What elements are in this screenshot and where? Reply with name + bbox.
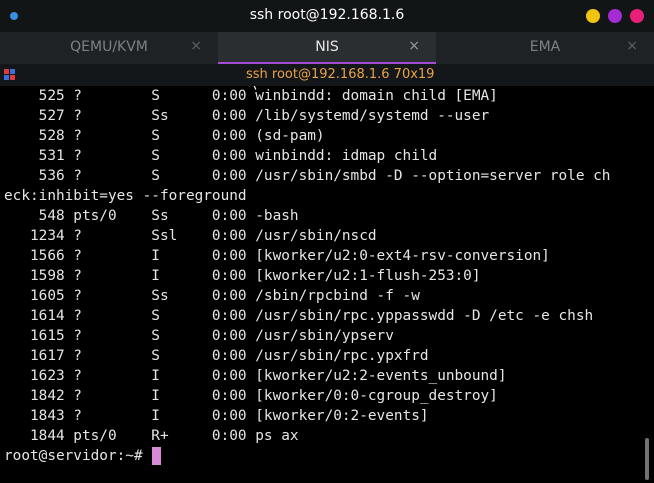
terminal-line: 528 ? S 0:00 (sd-pam) [4, 128, 325, 144]
text-cursor [152, 447, 162, 465]
tab-label: NIS [315, 39, 339, 55]
tab-label: EMA [529, 39, 561, 55]
session-header: ssh root@192.168.1.6 70x19 [0, 64, 654, 86]
window-title: ssh root@192.168.1.6 [249, 7, 405, 23]
tab-ema[interactable]: EMA × [436, 32, 654, 64]
terminal-output[interactable]: 525 ? S 0:00 winbindd: domain child [EMA… [4, 86, 640, 478]
tab-close-icon[interactable]: × [190, 38, 202, 54]
session-title: ssh root@192.168.1.6 70x19 [246, 67, 435, 82]
terminal-line: 1617 ? S 0:00 /usr/sbin/rpc.ypxfrd [4, 348, 429, 364]
scrollbar-thumb[interactable] [645, 438, 649, 480]
terminal-line: 1615 ? S 0:00 /usr/sbin/ypserv [4, 328, 394, 344]
terminal-line: 1614 ? S 0:00 /usr/sbin/rpc.yppasswdd -D… [4, 308, 594, 324]
title-bar: ssh root@192.168.1.6 [0, 0, 654, 32]
terminal-line: 525 ? S 0:00 winbindd: domain child [EMA… [4, 88, 498, 104]
tab-qemu-kvm[interactable]: QEMU/KVM × [0, 32, 218, 64]
prompt-line[interactable]: root@servidor:~# [4, 446, 640, 466]
maximize-button[interactable] [608, 9, 622, 23]
terminal-line: 531 ? S 0:00 winbindd: idmap child [4, 148, 438, 164]
terminal-line: 1842 ? I 0:00 [kworker/0:0-cgroup_destro… [4, 388, 498, 404]
split-view-icon[interactable] [4, 69, 16, 81]
shell-prompt: root@servidor:~# [4, 448, 152, 464]
tab-label: QEMU/KVM [70, 39, 148, 55]
close-window-button[interactable] [630, 9, 644, 23]
terminal-line: 1843 ? I 0:00 [kworker/0:2-events] [4, 408, 429, 424]
tab-bar: QEMU/KVM × NIS × EMA × [0, 32, 654, 92]
terminal-line: 536 ? S 0:00 /usr/sbin/smbd -D --option=… [4, 168, 611, 184]
terminal-line: 1623 ? I 0:00 [kworker/u2:2-events_unbou… [4, 368, 507, 384]
terminal-line: 548 pts/0 Ss 0:00 -bash [4, 208, 299, 224]
tab-nis[interactable]: NIS × [218, 32, 436, 64]
tab-close-icon[interactable]: × [408, 38, 420, 54]
terminal-line: 1605 ? Ss 0:00 /sbin/rpcbind -f -w [4, 288, 420, 304]
terminal-line: eck:inhibit=yes --foreground [4, 188, 247, 204]
terminal-line: 527 ? Ss 0:00 /lib/systemd/systemd --use… [4, 108, 490, 124]
tab-close-icon[interactable]: × [626, 38, 638, 54]
terminal-line: 1566 ? I 0:00 [kworker/u2:0-ext4-rsv-con… [4, 248, 550, 264]
terminal-line: 1844 pts/0 R+ 0:00 ps ax [4, 428, 299, 444]
minimize-button[interactable] [586, 9, 600, 23]
terminal-scrollbar[interactable] [640, 86, 654, 483]
terminal-line: 1234 ? Ssl 0:00 /usr/sbin/nscd [4, 228, 377, 244]
terminal-line: 1598 ? I 0:00 [kworker/u2:1-flush-253:0] [4, 268, 481, 284]
